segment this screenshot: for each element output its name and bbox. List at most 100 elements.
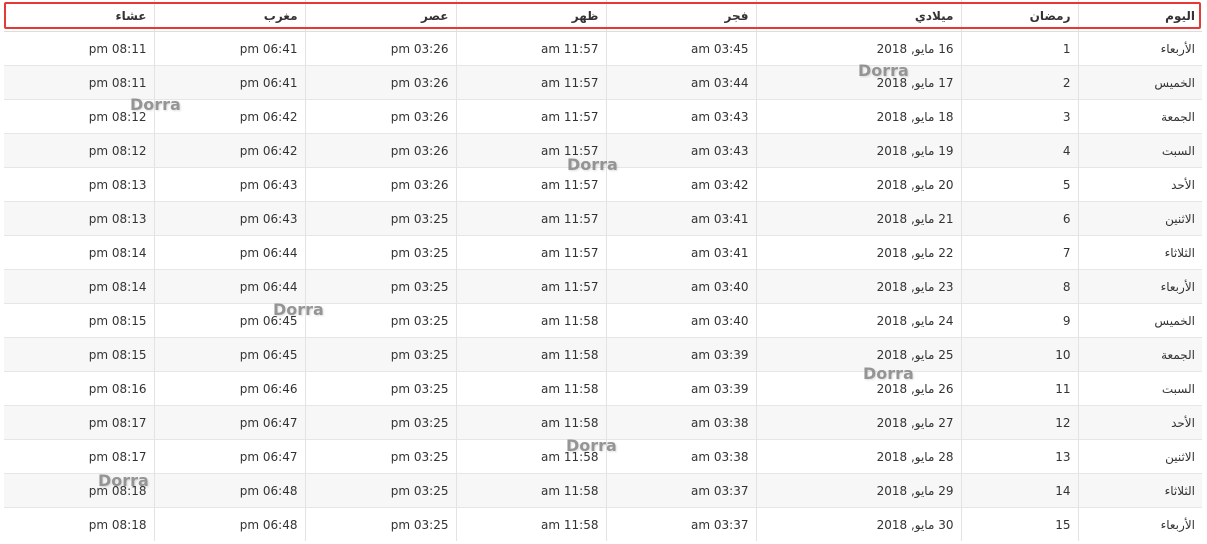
cell-fajr: 03:39 am [605, 337, 756, 372]
cell-gregorian: 19 مايو, 2018 [755, 133, 961, 168]
cell-maghrib: 06:48 pm [153, 473, 305, 508]
cell-ramadan: 14 [960, 473, 1078, 508]
cell-ramadan: 4 [960, 133, 1078, 168]
cell-ramadan: 12 [960, 405, 1078, 440]
cell-fajr: 03:43 am [605, 133, 756, 168]
cell-dhuhr: 11:58 am [455, 405, 606, 440]
table-row: الاثنين 6 21 مايو, 2018 03:41 am 11:57 am 03:… [4, 201, 1202, 236]
cell-asr: 03:26 pm [304, 99, 456, 134]
cell-maghrib: 06:45 pm [153, 303, 305, 338]
cell-maghrib: 06:47 pm [153, 439, 305, 474]
cell-asr: 03:26 pm [304, 167, 456, 202]
cell-fajr: 03:38 am [605, 439, 756, 474]
cell-maghrib: 06:41 pm [153, 65, 305, 100]
cell-ramadan: 1 [960, 31, 1078, 66]
cell-dhuhr: 11:57 am [455, 65, 606, 100]
cell-day: الخميس [1077, 303, 1202, 338]
cell-fajr: 03:45 am [605, 31, 756, 66]
cell-asr: 03:25 pm [304, 235, 456, 270]
cell-day: الجمعة [1077, 337, 1202, 372]
cell-isha: 08:15 pm [4, 337, 154, 372]
cell-dhuhr: 11:57 am [455, 133, 606, 168]
header-asr: عصر [304, 0, 456, 32]
table-row: الأربعاء 15 30 مايو, 2018 03:37 am 11:58 am 0… [4, 507, 1202, 541]
cell-maghrib: 06:42 pm [153, 99, 305, 134]
cell-asr: 03:25 pm [304, 473, 456, 508]
cell-fajr: 03:38 am [605, 405, 756, 440]
cell-day: الخميس [1077, 65, 1202, 100]
table-row: الأحد 5 20 مايو, 2018 03:42 am 11:57 am 03:26… [4, 167, 1202, 202]
cell-fajr: 03:40 am [605, 269, 756, 304]
cell-dhuhr: 11:57 am [455, 99, 606, 134]
cell-isha: 08:13 pm [4, 167, 154, 202]
cell-maghrib: 06:45 pm [153, 337, 305, 372]
cell-isha: 08:16 pm [4, 371, 154, 406]
cell-asr: 03:25 pm [304, 405, 456, 440]
cell-dhuhr: 11:57 am [455, 201, 606, 236]
cell-fajr: 03:44 am [605, 65, 756, 100]
cell-gregorian: 20 مايو, 2018 [755, 167, 961, 202]
cell-maghrib: 06:44 pm [153, 269, 305, 304]
cell-ramadan: 10 [960, 337, 1078, 372]
cell-ramadan: 2 [960, 65, 1078, 100]
cell-maghrib: 06:43 pm [153, 201, 305, 236]
cell-ramadan: 11 [960, 371, 1078, 406]
cell-gregorian: 30 مايو, 2018 [755, 507, 961, 541]
cell-maghrib: 06:43 pm [153, 167, 305, 202]
cell-gregorian: 29 مايو, 2018 [755, 473, 961, 508]
cell-asr: 03:25 pm [304, 303, 456, 338]
cell-gregorian: 18 مايو, 2018 [755, 99, 961, 134]
cell-gregorian: 16 مايو, 2018 [755, 31, 961, 66]
prayer-times-table-container: اليوم رمضان ميلادي فجر ظهر عصر مغرب عشاء الأربع… [4, 0, 1202, 541]
cell-ramadan: 7 [960, 235, 1078, 270]
table-row: الجمعة 10 25 مايو, 2018 03:39 am 11:58 am 03:… [4, 337, 1202, 372]
cell-isha: 08:15 pm [4, 303, 154, 338]
cell-day: الأحد [1077, 405, 1202, 440]
cell-ramadan: 3 [960, 99, 1078, 134]
table-row: الخميس 2 17 مايو, 2018 03:44 am 11:57 am 03:2… [4, 65, 1202, 100]
cell-fajr: 03:41 am [605, 235, 756, 270]
cell-asr: 03:25 pm [304, 439, 456, 474]
cell-gregorian: 21 مايو, 2018 [755, 201, 961, 236]
cell-maghrib: 06:47 pm [153, 405, 305, 440]
cell-maghrib: 06:42 pm [153, 133, 305, 168]
cell-dhuhr: 11:57 am [455, 269, 606, 304]
cell-isha: 08:17 pm [4, 439, 154, 474]
cell-gregorian: 28 مايو, 2018 [755, 439, 961, 474]
cell-day: الثلاثاء [1077, 473, 1202, 508]
table-row: الثلاثاء 14 29 مايو, 2018 03:37 am 11:58 am 0… [4, 473, 1202, 508]
cell-asr: 03:26 pm [304, 31, 456, 66]
cell-fajr: 03:39 am [605, 371, 756, 406]
cell-dhuhr: 11:57 am [455, 235, 606, 270]
cell-gregorian: 27 مايو, 2018 [755, 405, 961, 440]
cell-asr: 03:26 pm [304, 133, 456, 168]
cell-day: السبت [1077, 133, 1202, 168]
cell-maghrib: 06:48 pm [153, 507, 305, 541]
cell-dhuhr: 11:58 am [455, 303, 606, 338]
header-maghrib: مغرب [153, 0, 305, 32]
cell-maghrib: 06:41 pm [153, 31, 305, 66]
header-day: اليوم [1077, 0, 1202, 32]
table-row: الأربعاء 8 23 مايو, 2018 03:40 am 11:57 am 03… [4, 269, 1202, 304]
cell-isha: 08:12 pm [4, 133, 154, 168]
cell-day: الأربعاء [1077, 269, 1202, 304]
table-row: الأربعاء 1 16 مايو, 2018 03:45 am 11:57 am 03… [4, 31, 1202, 66]
cell-asr: 03:25 pm [304, 201, 456, 236]
cell-day: الأربعاء [1077, 507, 1202, 541]
cell-asr: 03:25 pm [304, 507, 456, 541]
cell-fajr: 03:41 am [605, 201, 756, 236]
cell-maghrib: 06:44 pm [153, 235, 305, 270]
cell-isha: 08:14 pm [4, 269, 154, 304]
cell-gregorian: 24 مايو, 2018 [755, 303, 961, 338]
header-row: اليوم رمضان ميلادي فجر ظهر عصر مغرب عشاء [4, 0, 1202, 32]
cell-isha: 08:13 pm [4, 201, 154, 236]
cell-gregorian: 22 مايو, 2018 [755, 235, 961, 270]
cell-day: السبت [1077, 371, 1202, 406]
cell-asr: 03:26 pm [304, 65, 456, 100]
cell-dhuhr: 11:58 am [455, 473, 606, 508]
cell-isha: 08:18 pm [4, 473, 154, 508]
cell-ramadan: 15 [960, 507, 1078, 541]
cell-gregorian: 26 مايو, 2018 [755, 371, 961, 406]
table-row: السبت 11 26 مايو, 2018 03:39 am 11:58 am 03:2… [4, 371, 1202, 406]
cell-dhuhr: 11:57 am [455, 31, 606, 66]
